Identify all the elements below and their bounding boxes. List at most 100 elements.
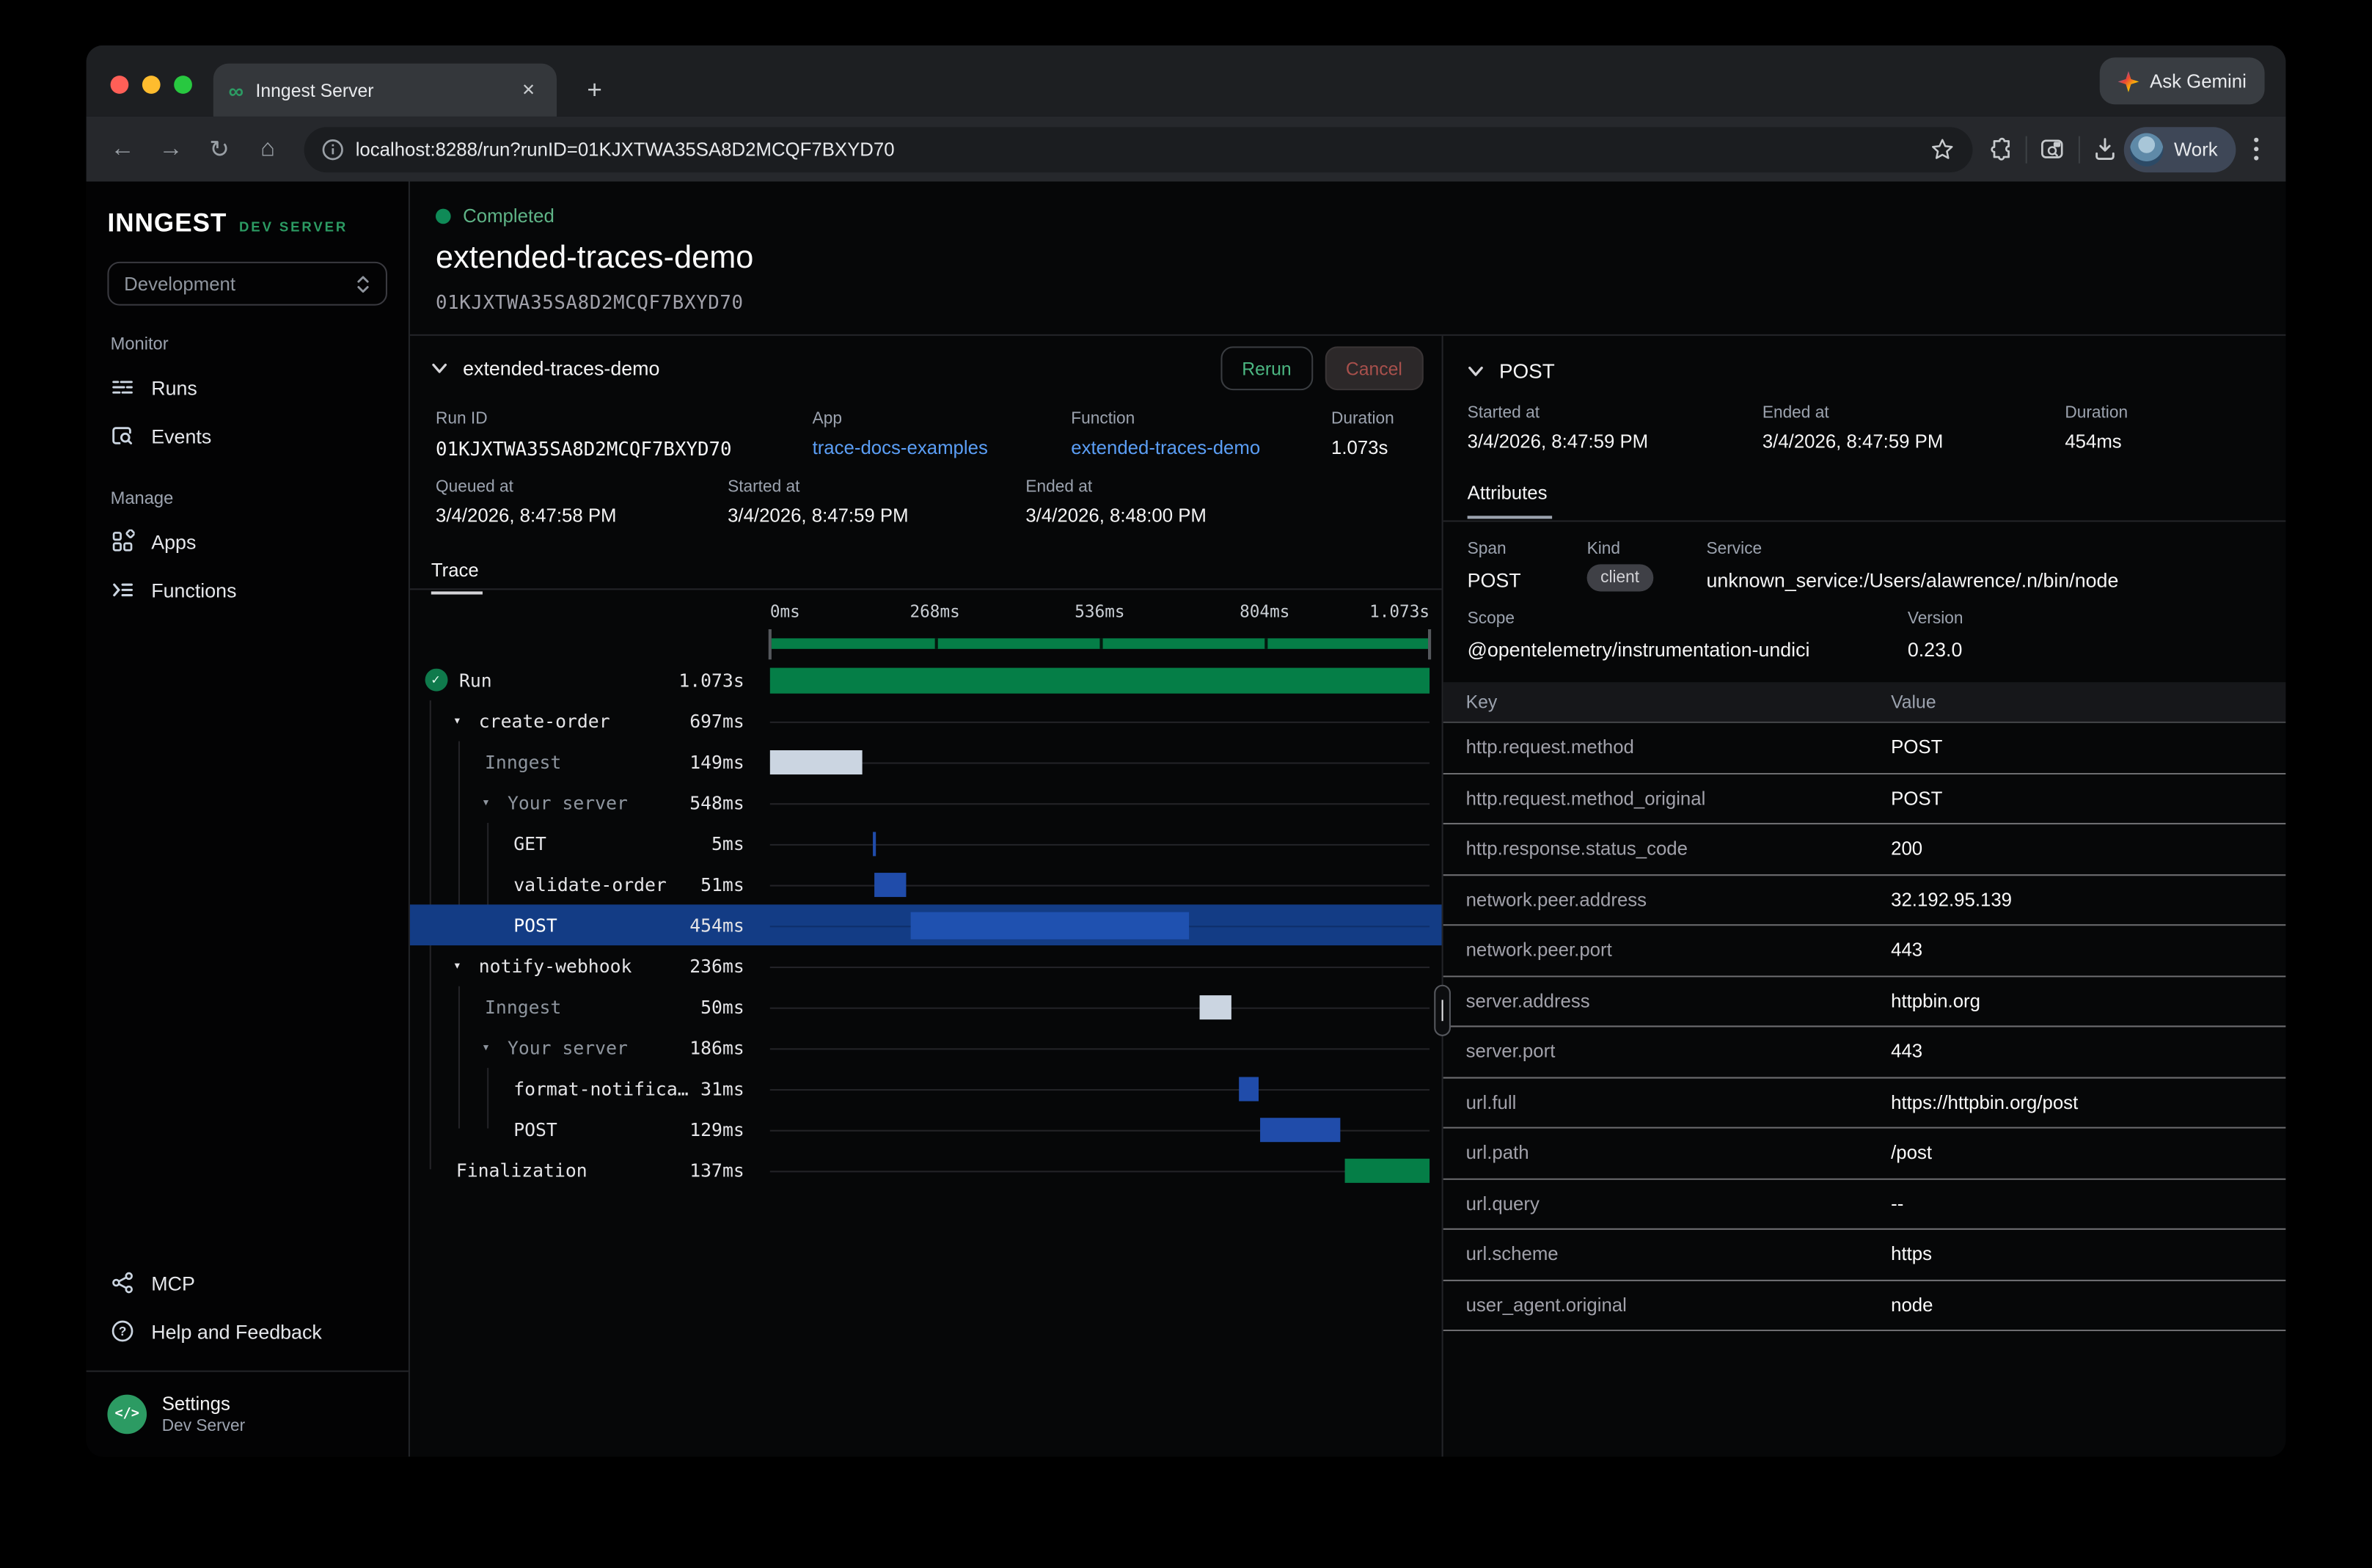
span-bar[interactable] [770, 667, 1430, 693]
bookmark-star-icon[interactable] [1930, 137, 1955, 161]
close-window-button[interactable] [111, 76, 129, 94]
rerun-button[interactable]: Rerun [1220, 346, 1312, 390]
trace-row-get[interactable]: GET5ms [410, 823, 1442, 864]
span-bar[interactable] [910, 912, 1189, 939]
span-bar[interactable] [1200, 994, 1231, 1019]
trace-row-your-server[interactable]: ▾Your server186ms [410, 1027, 1442, 1068]
trace-row-label: POST129ms [410, 1118, 770, 1140]
site-info-icon[interactable] [322, 139, 343, 160]
timeline-axis: 0ms268ms536ms804ms1.073s [770, 590, 1430, 629]
new-tab-button[interactable]: + [576, 76, 613, 106]
trace-pane: extended-traces-demo Rerun Cancel Run ID… [410, 336, 1442, 1457]
browser-tab[interactable]: ∞ Inngest Server ✕ [213, 64, 557, 117]
fullscreen-window-button[interactable] [174, 76, 192, 94]
browser-menu-icon[interactable] [2242, 138, 2271, 161]
sidebar-item-apps[interactable]: Apps [87, 517, 409, 565]
url-text: localhost:8288/run?runID=01KJXTWA35SA8D2… [356, 139, 1919, 160]
extensions-icon[interactable] [1988, 136, 2013, 162]
trace-row-label: Inngest50ms [410, 996, 770, 1017]
trace-row-create-order[interactable]: ▾create-order697ms [410, 700, 1442, 741]
sidebar-item-label: Runs [151, 376, 197, 399]
span-bar[interactable] [874, 872, 906, 896]
tab-search-icon[interactable] [2039, 136, 2066, 163]
sidebar-item-functions[interactable]: Functions [87, 565, 409, 614]
cancel-button[interactable]: Cancel [1325, 346, 1424, 390]
trace-row-label: ▾notify-webhook236ms [410, 955, 770, 976]
span-bar[interactable] [1261, 1117, 1340, 1141]
url-bar[interactable]: localhost:8288/run?runID=01KJXTWA35SA8D2… [304, 126, 1973, 172]
span-collapse-chevron-icon[interactable] [1468, 363, 1485, 380]
span-duration: 1.073s [678, 670, 744, 691]
downloads-icon[interactable] [2093, 136, 2118, 162]
row-caret-icon[interactable]: ▾ [482, 795, 508, 810]
tab-attributes[interactable]: Attributes [1468, 483, 1548, 519]
span-duration: 454ms [689, 915, 744, 936]
tab-trace[interactable]: Trace [431, 560, 479, 594]
trace-row-label: validate-order51ms [410, 873, 770, 895]
reload-icon[interactable]: ↻ [198, 128, 241, 170]
span-timeline-track [770, 1150, 1430, 1191]
sidebar-item-events[interactable]: Events [87, 411, 409, 460]
trace-row-post[interactable]: POST454ms [410, 904, 1442, 945]
run-header: Completed extended-traces-demo 01KJXTWA3… [410, 182, 2286, 334]
table-row: url.query-- [1443, 1179, 2286, 1230]
table-row: network.peer.address32.192.95.139 [1443, 875, 2286, 926]
attr-span: Span POST [1468, 540, 1587, 591]
table-row: url.fullhttps://httpbin.org/post [1443, 1078, 2286, 1129]
trace-collapse-title[interactable]: extended-traces-demo [463, 357, 1220, 380]
settings-title: Settings [162, 1393, 246, 1415]
row-caret-icon[interactable]: ▾ [482, 1040, 508, 1055]
function-link[interactable]: extended-traces-demo [1071, 437, 1331, 458]
span-name: create-order [479, 710, 610, 731]
table-row: network.peer.port443 [1443, 926, 2286, 976]
timeline-minimap[interactable] [770, 629, 1430, 659]
trace-row-notify-webhook[interactable]: ▾notify-webhook236ms [410, 945, 1442, 986]
sidebar-item-settings[interactable]: </> Settings Dev Server [87, 1372, 409, 1457]
app-link[interactable]: trace-docs-examples [813, 437, 1072, 458]
attribute-value: /post [1891, 1143, 2285, 1164]
trace-row-finalization[interactable]: Finalization137ms [410, 1150, 1442, 1191]
row-caret-icon[interactable]: ▾ [453, 959, 479, 974]
trace-row-run[interactable]: ✓Run1.073s [410, 659, 1442, 700]
trace-row-validate-order[interactable]: validate-order51ms [410, 864, 1442, 905]
attribute-value: -- [1891, 1193, 2285, 1215]
span-bar[interactable] [770, 750, 862, 774]
attribute-value: 200 [1891, 838, 2285, 860]
value-column-header: Value [1891, 692, 2285, 713]
home-icon[interactable]: ⌂ [246, 128, 289, 170]
trace-row-inngest[interactable]: Inngest149ms [410, 741, 1442, 783]
trace-row-label: format-notifica…31ms [410, 1078, 770, 1099]
axis-tick-label: 268ms [909, 602, 959, 622]
span-title: POST [1499, 360, 1555, 383]
pane-resize-handle[interactable] [1434, 985, 1451, 1036]
sidebar: INNGEST DEV SERVER Development MonitorRu… [87, 182, 410, 1457]
collapse-chevron-icon[interactable] [431, 360, 448, 377]
table-row: url.path/post [1443, 1129, 2286, 1179]
environment-select[interactable]: Development [107, 262, 387, 306]
span-bar[interactable] [874, 831, 876, 855]
attr-version: Version 0.23.0 [1908, 609, 2262, 661]
span-name: validate-order [513, 873, 667, 895]
tab-close-icon[interactable]: ✕ [516, 77, 542, 103]
gemini-sparkle-icon [2118, 70, 2139, 92]
profile-button[interactable]: Work [2124, 126, 2236, 172]
sidebar-item-runs[interactable]: Runs [87, 363, 409, 411]
attr-service: Service unknown_service:/Users/alawrence… [1707, 540, 2262, 591]
trace-row-format-notifica-[interactable]: format-notifica…31ms [410, 1068, 1442, 1109]
row-caret-icon[interactable]: ▾ [453, 713, 479, 728]
back-icon[interactable]: ← [101, 128, 144, 170]
forward-icon[interactable]: → [150, 128, 192, 170]
attribute-key: server.port [1466, 1041, 1892, 1063]
trace-row-your-server[interactable]: ▾Your server548ms [410, 782, 1442, 823]
ask-gemini-button[interactable]: Ask Gemini [2100, 57, 2265, 104]
sidebar-item-help-and-feedback[interactable]: ?Help and Feedback [87, 1307, 409, 1355]
minimize-window-button[interactable] [142, 76, 161, 94]
status-badge: Completed [463, 206, 554, 227]
trace-row-post[interactable]: POST129ms [410, 1109, 1442, 1150]
span-bar[interactable] [1345, 1158, 1430, 1182]
span-bar[interactable] [1239, 1076, 1258, 1100]
kind-badge: client [1587, 564, 1653, 591]
sidebar-item-mcp[interactable]: MCP [87, 1259, 409, 1307]
help-icon: ? [111, 1319, 135, 1344]
trace-row-inngest[interactable]: Inngest50ms [410, 986, 1442, 1027]
